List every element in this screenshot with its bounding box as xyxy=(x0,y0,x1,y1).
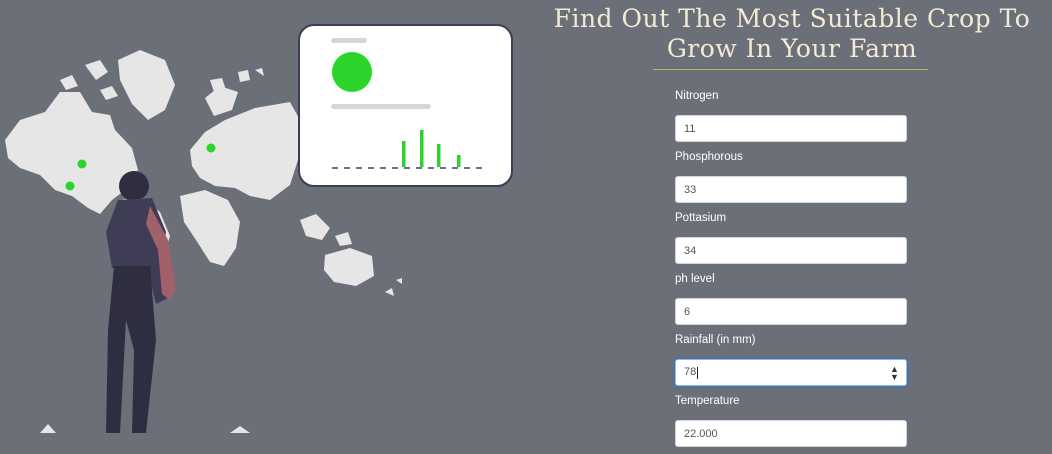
pottasium-input[interactable]: 34 xyxy=(675,237,907,264)
temperature-label: Temperature xyxy=(675,395,740,407)
hero-illustration xyxy=(0,0,540,433)
phosphorous-value: 33 xyxy=(684,183,697,196)
temperature-input[interactable]: 22.000 xyxy=(675,420,907,447)
text-cursor xyxy=(697,366,699,379)
nitrogen-value: 11 xyxy=(684,122,696,135)
rainfall-input[interactable]: 78 ▲ ▼ xyxy=(675,359,907,386)
field-temperature: Temperature 22.000 xyxy=(675,393,907,454)
page-title-line-2: Grow In Your Farm xyxy=(666,34,918,63)
phosphorous-label: Phosphorous xyxy=(675,151,743,163)
location-dot xyxy=(77,159,87,169)
pottasium-value: 34 xyxy=(684,244,697,257)
crop-input-form: Nitrogen 11 Phosphorous 33 Pottasium 34 … xyxy=(675,88,907,454)
phosphorous-input[interactable]: 33 xyxy=(675,176,907,203)
map-islands-east xyxy=(210,68,264,92)
pottasium-label: Pottasium xyxy=(675,212,727,224)
map-north-america xyxy=(5,92,138,214)
map-greenland xyxy=(118,50,175,120)
ph-level-value: 6 xyxy=(684,305,691,318)
ph-level-input[interactable]: 6 xyxy=(675,298,907,325)
map-small-islands xyxy=(385,278,402,296)
map-africa xyxy=(180,190,240,266)
field-phosphorous: Phosphorous 33 xyxy=(675,149,907,210)
field-ph-level: ph level 6 xyxy=(675,271,907,332)
field-rainfall: Rainfall (in mm) 78 ▲ ▼ xyxy=(675,332,907,393)
page-title-line-1: Find Out The Most Suitable Crop To xyxy=(553,4,1031,33)
spinner-arrows-icon[interactable]: ▲ ▼ xyxy=(890,364,899,381)
person-figure xyxy=(106,171,176,433)
rainfall-label: Rainfall (in mm) xyxy=(675,334,756,346)
rainfall-value: 78 xyxy=(684,366,890,379)
page-title: Find Out The Most Suitable Crop To Grow … xyxy=(548,4,1036,64)
map-australia xyxy=(324,248,374,286)
dashboard-card xyxy=(298,24,513,187)
title-underline xyxy=(653,69,928,70)
field-nitrogen: Nitrogen 11 xyxy=(675,88,907,149)
card-chart-graphic xyxy=(331,38,482,169)
location-dot xyxy=(206,143,216,153)
location-dot xyxy=(65,181,75,191)
field-pottasium: Pottasium 34 xyxy=(675,210,907,271)
rainfall-value-text: 78 xyxy=(684,366,697,379)
ph-level-label: ph level xyxy=(675,273,715,285)
temperature-value: 22.000 xyxy=(684,427,718,440)
map-eurasia xyxy=(190,102,300,200)
nitrogen-label: Nitrogen xyxy=(675,90,719,102)
nitrogen-input[interactable]: 11 xyxy=(675,115,907,142)
map-southeast-asia xyxy=(300,214,352,246)
